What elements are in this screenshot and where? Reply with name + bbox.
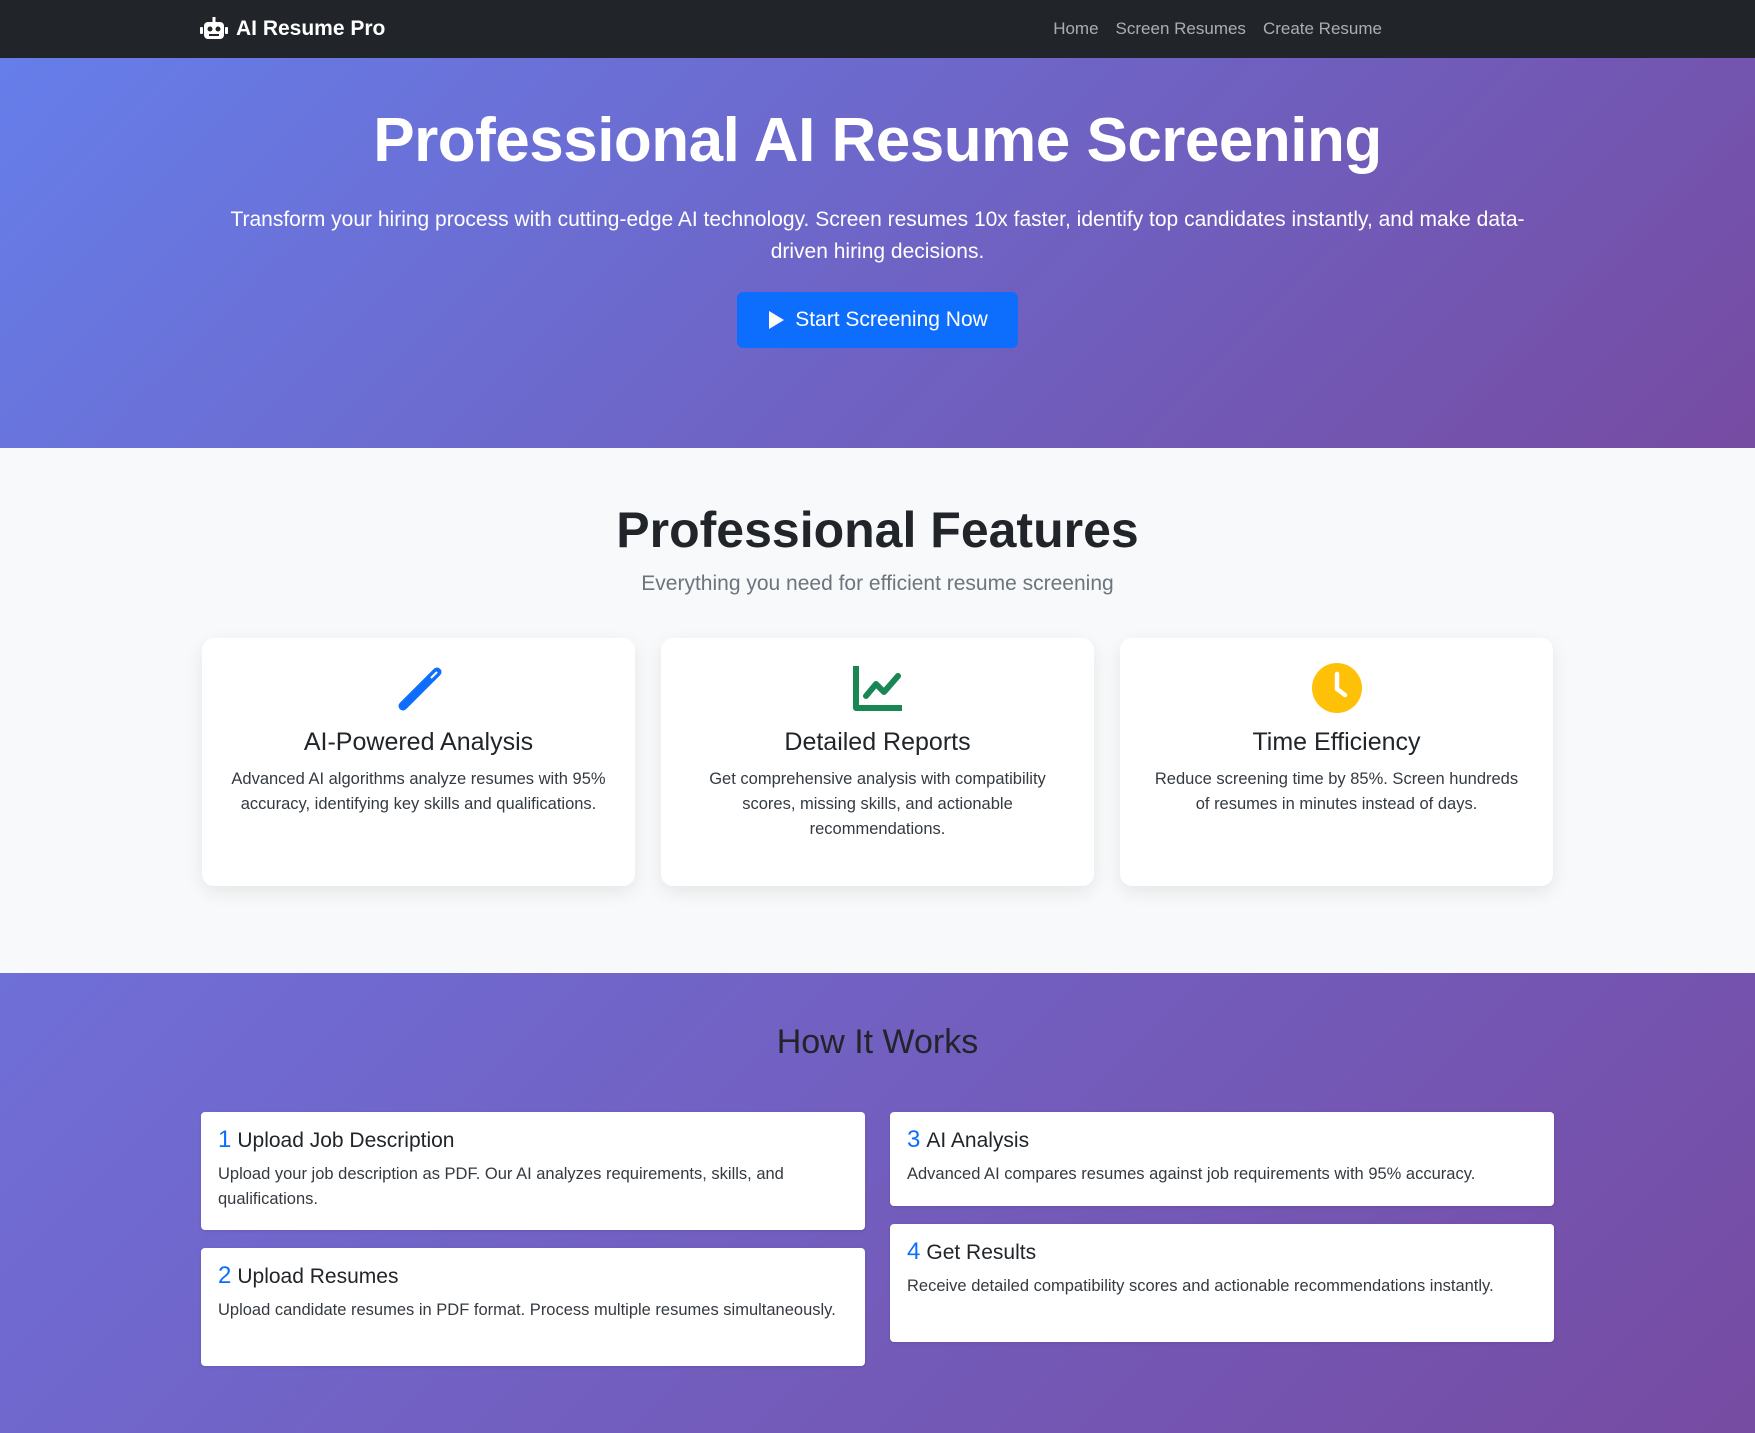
nav-links: Home Screen Resumes Create Resume <box>1053 19 1382 39</box>
how-title: How It Works <box>776 1023 979 1061</box>
step-desc: Upload your job description as PDF. Our … <box>218 1165 784 1208</box>
step-desc: Upload candidate resumes in PDF format. … <box>218 1301 836 1319</box>
hero-subtitle: Transform your hiring process with cutti… <box>230 208 1525 264</box>
line-chart-icon <box>852 666 902 711</box>
clock-icon <box>1311 663 1362 713</box>
magic-wand-icon <box>398 667 441 711</box>
brand-name: AI Resume Pro <box>236 17 386 40</box>
feature-desc: Get comprehensive analysis with compatib… <box>709 770 1046 838</box>
brand[interactable]: AI Resume Pro <box>200 17 385 41</box>
step-title: Upload Resumes <box>237 1265 399 1288</box>
step-number: 4 <box>907 1238 921 1265</box>
feature-desc: Advanced AI algorithms analyze resumes w… <box>231 770 606 813</box>
step-ai-analysis: 3 AI Analysis Advanced AI compares resume… <box>890 1112 1554 1206</box>
nav-link-create-resume[interactable]: Create Resume <box>1263 19 1382 39</box>
hero-section: Professional AI Resume Screening Transfo… <box>0 58 1755 448</box>
step-number: 2 <box>218 1262 232 1289</box>
step-number: 1 <box>218 1126 232 1153</box>
hero-title: Professional AI Resume Screening <box>373 106 1382 175</box>
play-icon <box>769 311 785 330</box>
step-title: AI Analysis <box>926 1129 1030 1152</box>
feature-cards: AI-Powered Analysis Advanced AI algorith… <box>0 638 1755 886</box>
step-upload-job-description: 1 Upload Job Description Upload your job … <box>201 1112 865 1230</box>
step-title: Get Results <box>926 1241 1037 1264</box>
step-number: 3 <box>907 1126 921 1153</box>
steps-column-left: 1 Upload Job Description Upload your job … <box>201 1112 865 1366</box>
feature-card-ai-analysis: AI-Powered Analysis Advanced AI algorith… <box>202 638 635 886</box>
feature-card-time-efficiency: Time Efficiency Reduce screening time by… <box>1120 638 1553 886</box>
step-upload-resumes: 2 Upload Resumes Upload candidate resumes… <box>201 1248 865 1366</box>
robot-icon <box>200 17 228 39</box>
start-screening-label: Start Screening Now <box>795 308 988 332</box>
navbar: AI Resume Pro Home Screen Resumes Create… <box>0 0 1755 58</box>
features-section: Professional Features Everything you nee… <box>0 448 1755 973</box>
how-it-works-section: How It Works 1 Upload Job Description Upl… <box>0 973 1755 1433</box>
feature-title: Detailed Reports <box>784 728 971 756</box>
steps-column-right: 3 AI Analysis Advanced AI compares resume… <box>890 1112 1554 1366</box>
feature-desc: Reduce screening time by 85%. Screen hun… <box>1154 770 1519 813</box>
feature-title: Time Efficiency <box>1252 728 1421 756</box>
step-title: Upload Job Description <box>237 1129 455 1152</box>
step-get-results: 4 Get Results Receive detailed compatibil… <box>890 1224 1554 1342</box>
step-desc: Advanced AI compares resumes against job… <box>907 1165 1476 1183</box>
nav-link-home[interactable]: Home <box>1053 19 1098 39</box>
feature-title: AI-Powered Analysis <box>303 728 534 756</box>
step-desc: Receive detailed compatibility scores an… <box>907 1277 1494 1295</box>
steps: 1 Upload Job Description Upload your job … <box>0 1112 1755 1366</box>
features-title: Professional Features <box>616 502 1139 558</box>
feature-card-detailed-reports: Detailed Reports Get comprehensive analy… <box>661 638 1094 886</box>
features-subtitle: Everything you need for efficient resume… <box>641 572 1114 595</box>
start-screening-button[interactable]: Start Screening Now <box>737 292 1018 349</box>
nav-link-screen-resumes[interactable]: Screen Resumes <box>1116 19 1246 39</box>
